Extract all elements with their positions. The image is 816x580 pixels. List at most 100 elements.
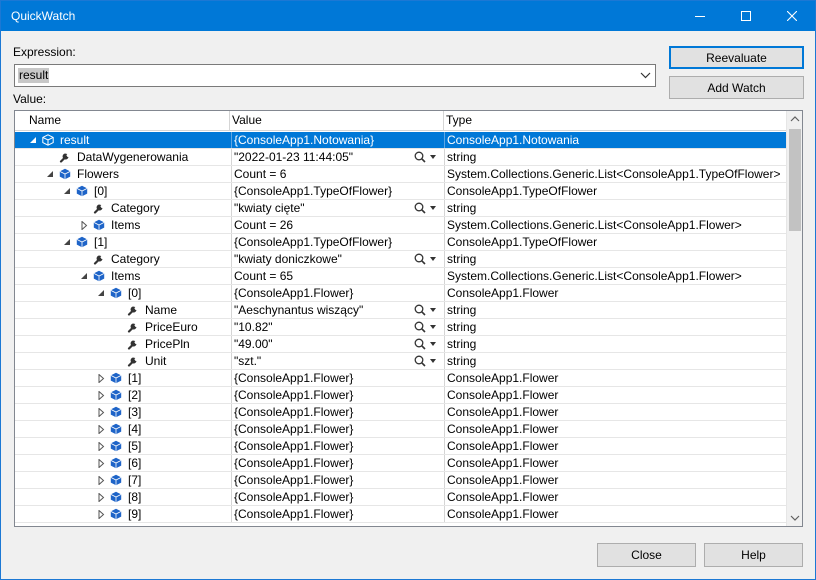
watch-row[interactable]: Category "kwiaty cięte" string: [15, 200, 786, 217]
expanded-arrow-icon[interactable]: [29, 136, 38, 145]
value-cell[interactable]: {ConsoleApp1.Flower}: [231, 404, 443, 420]
collapsed-arrow-icon[interactable]: [97, 408, 106, 417]
watch-row[interactable]: DataWygenerowania "2022-01-23 11:44:05" st…: [15, 149, 786, 166]
watch-row[interactable]: Flowers Count = 6 System.Collections.Gener…: [15, 166, 786, 183]
expanded-arrow-icon[interactable]: [97, 289, 106, 298]
close-window-button[interactable]: [769, 1, 815, 31]
row-type: ConsoleApp1.Flower: [447, 473, 559, 487]
expanded-arrow-icon[interactable]: [80, 272, 89, 281]
text-visualizer-magnifier-icon[interactable]: [413, 320, 439, 334]
expression-input[interactable]: result: [18, 68, 50, 83]
value-cell[interactable]: "2022-01-23 11:44:05": [231, 149, 443, 165]
watch-row[interactable]: Items Count = 65 System.Collections.Generi…: [15, 268, 786, 285]
watch-row[interactable]: Category "kwiaty doniczkowe" string: [15, 251, 786, 268]
scroll-down-icon[interactable]: [787, 510, 803, 526]
value-cell[interactable]: Count = 65: [231, 268, 443, 284]
watch-row[interactable]: Name "Aeschynantus wiszący" string: [15, 302, 786, 319]
collapsed-arrow-icon[interactable]: [97, 459, 106, 468]
watch-row[interactable]: [1] {ConsoleApp1.Flower} ConsoleApp1.Flowe…: [15, 370, 786, 387]
field-cube-icon: [110, 508, 122, 520]
column-header-name[interactable]: Name: [15, 111, 230, 131]
close-button[interactable]: Close: [597, 543, 696, 567]
watch-grid: Name Value Type result {ConsoleApp1.Notow…: [14, 110, 803, 527]
value-cell[interactable]: {ConsoleApp1.Flower}: [231, 472, 443, 488]
maximize-button[interactable]: [723, 1, 769, 31]
value-cell[interactable]: {ConsoleApp1.Flower}: [231, 455, 443, 471]
name-cell: result: [17, 132, 228, 148]
text-visualizer-magnifier-icon[interactable]: [413, 201, 439, 215]
value-cell[interactable]: {ConsoleApp1.TypeOfFlower}: [231, 183, 443, 199]
watch-row[interactable]: PricePln "49.00" string: [15, 336, 786, 353]
row-name: Items: [111, 218, 141, 232]
text-visualizer-magnifier-icon[interactable]: [413, 252, 439, 266]
chevron-down-icon[interactable]: [640, 70, 651, 81]
value-cell[interactable]: "49.00": [231, 336, 443, 352]
watch-row[interactable]: result {ConsoleApp1.Notowania} ConsoleApp1…: [15, 132, 786, 149]
watch-row[interactable]: [1] {ConsoleApp1.TypeOfFlower} ConsoleApp1…: [15, 234, 786, 251]
watch-row[interactable]: [0] {ConsoleApp1.Flower} ConsoleApp1.Flowe…: [15, 285, 786, 302]
value-cell[interactable]: {ConsoleApp1.Flower}: [231, 370, 443, 386]
text-visualizer-magnifier-icon[interactable]: [413, 303, 439, 317]
reevaluate-button[interactable]: Reevaluate: [669, 46, 804, 69]
value-cell[interactable]: Count = 6: [231, 166, 443, 182]
wrench-property-icon: [127, 323, 137, 333]
row-value: {ConsoleApp1.Flower}: [234, 405, 354, 419]
column-header-type[interactable]: Type: [444, 111, 786, 131]
collapsed-arrow-icon[interactable]: [97, 425, 106, 434]
field-cube-icon: [110, 389, 122, 401]
watch-row[interactable]: [4] {ConsoleApp1.Flower} ConsoleApp1.Flowe…: [15, 421, 786, 438]
text-visualizer-magnifier-icon[interactable]: [413, 354, 439, 368]
watch-row[interactable]: [3] {ConsoleApp1.Flower} ConsoleApp1.Flowe…: [15, 404, 786, 421]
expanded-arrow-icon[interactable]: [63, 238, 72, 247]
collapsed-arrow-icon[interactable]: [97, 391, 106, 400]
expression-combobox[interactable]: result: [14, 64, 656, 87]
collapsed-arrow-icon[interactable]: [97, 510, 106, 519]
watch-row[interactable]: [5] {ConsoleApp1.Flower} ConsoleApp1.Flowe…: [15, 438, 786, 455]
column-header-value[interactable]: Value: [230, 111, 444, 131]
value-cell[interactable]: {ConsoleApp1.Flower}: [231, 421, 443, 437]
expanded-arrow-icon[interactable]: [63, 187, 72, 196]
value-cell[interactable]: {ConsoleApp1.TypeOfFlower}: [231, 234, 443, 250]
wrench-property-icon: [93, 204, 103, 214]
vertical-scrollbar[interactable]: [786, 111, 802, 526]
row-type: ConsoleApp1.Flower: [447, 456, 559, 470]
help-button[interactable]: Help: [704, 543, 803, 567]
field-cube-icon: [93, 219, 105, 231]
collapsed-arrow-icon[interactable]: [80, 221, 89, 230]
text-visualizer-magnifier-icon[interactable]: [413, 150, 439, 164]
collapsed-arrow-icon[interactable]: [97, 442, 106, 451]
watch-row[interactable]: [8] {ConsoleApp1.Flower} ConsoleApp1.Flowe…: [15, 489, 786, 506]
value-cell[interactable]: "10.82": [231, 319, 443, 335]
minimize-button[interactable]: [677, 1, 723, 31]
value-cell[interactable]: "szt.": [231, 353, 443, 369]
watch-row[interactable]: [6] {ConsoleApp1.Flower} ConsoleApp1.Flowe…: [15, 455, 786, 472]
watch-row[interactable]: Unit "szt." string: [15, 353, 786, 370]
expanded-arrow-icon[interactable]: [46, 170, 55, 179]
collapsed-arrow-icon[interactable]: [97, 476, 106, 485]
watch-row[interactable]: Items Count = 26 System.Collections.Generi…: [15, 217, 786, 234]
value-cell[interactable]: "Aeschynantus wiszący": [231, 302, 443, 318]
value-cell[interactable]: {ConsoleApp1.Flower}: [231, 285, 443, 301]
watch-row[interactable]: [2] {ConsoleApp1.Flower} ConsoleApp1.Flowe…: [15, 387, 786, 404]
collapsed-arrow-icon[interactable]: [97, 374, 106, 383]
type-cell: ConsoleApp1.Flower: [444, 387, 786, 403]
value-cell[interactable]: {ConsoleApp1.Notowania}: [231, 132, 443, 148]
value-cell[interactable]: "kwiaty cięte": [231, 200, 443, 216]
scroll-thumb[interactable]: [789, 129, 801, 231]
scroll-up-icon[interactable]: [787, 111, 803, 127]
watch-row[interactable]: PriceEuro "10.82" string: [15, 319, 786, 336]
watch-row[interactable]: [0] {ConsoleApp1.TypeOfFlower} ConsoleApp1…: [15, 183, 786, 200]
add-watch-button[interactable]: Add Watch: [669, 76, 804, 99]
watch-row[interactable]: [9] {ConsoleApp1.Flower} ConsoleApp1.Flowe…: [15, 506, 786, 523]
value-cell[interactable]: {ConsoleApp1.Flower}: [231, 438, 443, 454]
value-cell[interactable]: {ConsoleApp1.Flower}: [231, 506, 443, 522]
value-cell[interactable]: "kwiaty doniczkowe": [231, 251, 443, 267]
collapsed-arrow-icon[interactable]: [97, 493, 106, 502]
value-cell[interactable]: Count = 26: [231, 217, 443, 233]
watch-row[interactable]: [7] {ConsoleApp1.Flower} ConsoleApp1.Flowe…: [15, 472, 786, 489]
value-cell[interactable]: {ConsoleApp1.Flower}: [231, 489, 443, 505]
column-value-label: Value: [232, 113, 262, 127]
value-cell[interactable]: {ConsoleApp1.Flower}: [231, 387, 443, 403]
field-cube-icon: [76, 236, 88, 248]
text-visualizer-magnifier-icon[interactable]: [413, 337, 439, 351]
